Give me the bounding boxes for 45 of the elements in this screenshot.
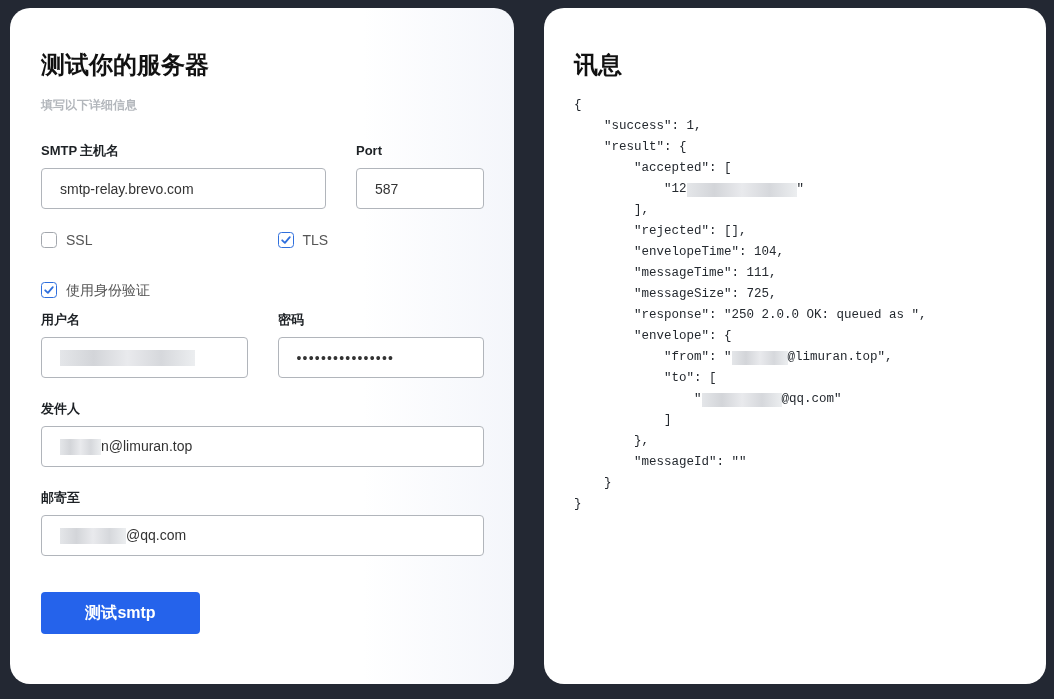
field-label: 发件人 [41,401,81,417]
code-text: @limuran.top", [787,349,893,366]
code-text: "success": 1, [604,118,703,135]
code-text: "rejected": [], [634,223,748,240]
field-label: 密码 [277,312,305,328]
code-text: "messageSize": 725, [634,286,778,303]
submit-button[interactable]: 测试smtp [41,592,200,634]
username-field[interactable] [41,337,248,378]
code-text: ] [664,412,673,429]
field-label: Port [356,143,383,159]
checkbox[interactable] [277,232,294,248]
code-text: " [796,181,805,198]
recipient-field[interactable]: @qq.com [41,515,484,556]
code-text: "accepted": [ [634,160,733,177]
sender-field[interactable]: n@limuran.top [41,426,484,467]
code-text: "response": "250 2.0.0 OK: queued as ", [634,307,928,324]
checkbox-label[interactable]: 使用身份验证 [66,282,150,298]
code-text: " [694,391,702,408]
port-field[interactable]: 587 [356,168,484,209]
code-text: "messageId": "" [634,454,748,471]
code-text: "12 [664,181,687,198]
code-text: @qq.com" [781,391,842,408]
code-text: "envelopeTime": 104, [634,244,786,261]
password-field[interactable]: •••••••••••••••• [277,337,484,378]
field-label: SMTP 主机名 [41,143,121,159]
code-text: } [574,496,583,513]
field-label: 用户名 [41,312,81,328]
panel-subtitle: 填写以下详细信息 [41,97,138,113]
hostname-field[interactable]: smtp-relay.brevo.com [41,168,326,209]
panel-title: 测试你的服务器 [41,50,210,79]
code-text: }, [634,433,650,450]
code-text: "envelope": { [634,328,733,345]
code-text: "messageTime": 111, [634,265,778,282]
code-text: } [604,475,613,492]
checkbox-label[interactable]: TLS [302,232,329,248]
checkbox[interactable] [41,232,57,248]
code-text: "from": " [664,349,732,366]
panel-title: 讯息 [574,50,623,79]
code-text: { [574,97,583,114]
checkbox[interactable] [41,282,57,298]
code-text: "to": [ [664,370,718,387]
code-text: ], [634,202,650,219]
code-text: "result": { [604,139,688,156]
checkbox-label[interactable]: SSL [66,232,93,248]
field-label: 邮寄至 [41,490,81,506]
